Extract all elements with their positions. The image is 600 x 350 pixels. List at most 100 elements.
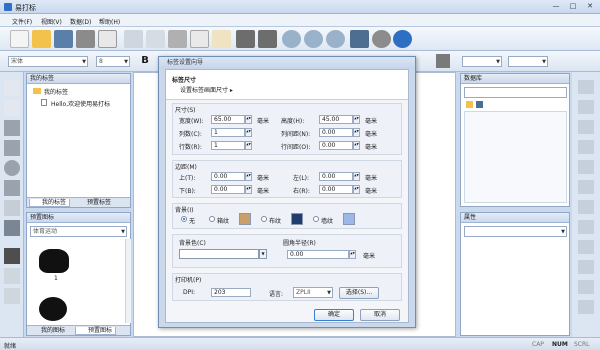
copy-icon[interactable] — [190, 30, 209, 48]
v-spacing-icon[interactable] — [578, 280, 594, 294]
bg-cloth-swatch[interactable] — [291, 213, 303, 225]
margin-bottom-input[interactable]: 0.00 ▲▼ — [211, 185, 252, 194]
pointer-icon[interactable] — [4, 80, 20, 96]
height-spinner[interactable]: ▲▼ — [353, 115, 360, 124]
paste-icon[interactable] — [212, 30, 231, 48]
h-spacing-icon[interactable] — [578, 260, 594, 274]
rounded-rect-tool-icon[interactable] — [4, 140, 20, 156]
language-select[interactable]: ZPLII ▼ — [293, 287, 333, 298]
tree-root-label[interactable]: 我的标签 — [44, 87, 68, 96]
tab-my-labels[interactable]: 我的标签 — [29, 199, 71, 207]
rows-input[interactable]: 1 ▲▼ — [211, 141, 252, 150]
bg-wall-radio[interactable] — [313, 216, 319, 222]
tab-preset-labels[interactable]: 预置标签 — [75, 199, 114, 207]
bg-wall-swatch[interactable] — [343, 213, 355, 225]
tab-my-icons[interactable]: 我的图标 — [29, 327, 68, 335]
grid-icon[interactable] — [146, 30, 165, 48]
bold-button[interactable]: B — [138, 54, 152, 68]
fill-color-icon[interactable] — [436, 54, 450, 68]
minimize-button[interactable]: — — [548, 2, 564, 11]
zoom-fit-icon[interactable] — [326, 30, 345, 48]
print-preview-icon[interactable] — [98, 30, 117, 48]
line-tool-icon[interactable] — [4, 100, 20, 116]
bg-cloth-radio[interactable] — [261, 216, 267, 222]
dpi-input[interactable]: 203 — [211, 288, 251, 297]
barcode-tool-icon[interactable] — [4, 248, 20, 264]
menu-data[interactable]: 数据(D) — [70, 17, 91, 26]
ruler-icon[interactable] — [124, 30, 143, 48]
bgcolor-picker[interactable] — [179, 249, 259, 259]
menu-file[interactable]: 文件(F) — [12, 17, 32, 26]
align-center-icon[interactable] — [578, 100, 594, 114]
line-style-select[interactable]: ▼ — [462, 56, 502, 67]
save-database-icon[interactable] — [476, 101, 483, 108]
undo-icon[interactable] — [236, 30, 255, 48]
open-database-icon[interactable] — [466, 101, 473, 108]
margin-bottom-spinner[interactable]: ▲▼ — [245, 185, 252, 194]
info-icon[interactable] — [393, 30, 412, 48]
cols-spinner[interactable]: ▲▼ — [245, 128, 252, 137]
zoom-out-icon[interactable] — [304, 30, 323, 48]
rows-spinner[interactable]: ▲▼ — [245, 141, 252, 150]
paint-brush-icon[interactable] — [350, 30, 369, 48]
rectangle-tool-icon[interactable] — [4, 120, 20, 136]
qrcode-tool-icon[interactable] — [4, 288, 20, 304]
margin-right-input[interactable]: 0.00 ▲▼ — [319, 185, 360, 194]
maximize-button[interactable]: □ — [565, 2, 581, 11]
zoom-in-icon[interactable] — [282, 30, 301, 48]
redo-icon[interactable] — [258, 30, 277, 48]
center-h-icon[interactable] — [578, 300, 594, 314]
colgap-input[interactable]: 0.00 ▲▼ — [319, 128, 360, 137]
settings-gear-icon[interactable] — [372, 30, 391, 48]
image-tool-icon[interactable] — [4, 268, 20, 284]
same-size-icon[interactable] — [578, 240, 594, 254]
same-height-icon[interactable] — [578, 220, 594, 234]
tab-preset-icons[interactable]: 预置图标 — [75, 327, 117, 335]
cancel-button[interactable]: 取消 — [360, 309, 400, 321]
margin-top-spinner[interactable]: ▲▼ — [245, 172, 252, 181]
align-right-icon[interactable] — [578, 120, 594, 134]
margin-right-spinner[interactable]: ▲▼ — [353, 185, 360, 194]
ellipse-tool-icon[interactable] — [4, 160, 20, 176]
diamond-tool-icon[interactable] — [4, 180, 20, 196]
menu-view[interactable]: 视图(V) — [41, 17, 62, 26]
rowgap-input[interactable]: 0.00 ▲▼ — [319, 141, 360, 150]
print-icon[interactable] — [76, 30, 95, 48]
table-tool-icon[interactable] — [4, 200, 20, 216]
choose-printer-button[interactable]: 选择(S)... — [339, 287, 379, 299]
menu-help[interactable]: 帮助(H) — [99, 17, 120, 26]
height-input[interactable]: 45.00 ▲▼ — [319, 115, 360, 124]
margin-left-spinner[interactable]: ▲▼ — [353, 172, 360, 181]
ok-button[interactable]: 确定 — [314, 309, 354, 321]
radius-input[interactable]: 0.00 ▲▼ — [287, 250, 356, 259]
icon-category-select[interactable]: 体育运动 ▼ — [30, 226, 127, 237]
icons-scrollbar[interactable] — [125, 239, 131, 323]
database-grid[interactable] — [464, 111, 567, 203]
basketball-icon[interactable] — [39, 297, 67, 321]
align-top-icon[interactable] — [578, 140, 594, 154]
rowgap-spinner[interactable]: ▲▼ — [353, 141, 360, 150]
colgap-spinner[interactable]: ▲▼ — [353, 128, 360, 137]
line-width-select[interactable]: ▼ — [508, 56, 548, 67]
text-tool-icon[interactable] — [4, 220, 20, 236]
tree-child-label[interactable]: Hello,欢迎使用易打标 — [51, 99, 110, 108]
cols-input[interactable]: 1 ▲▼ — [211, 128, 252, 137]
new-file-icon[interactable] — [10, 30, 29, 48]
save-icon[interactable] — [54, 30, 73, 48]
bg-box-swatch[interactable] — [239, 213, 251, 225]
bowling-icon[interactable] — [39, 249, 69, 273]
bg-none-radio[interactable] — [181, 216, 187, 222]
font-size-select[interactable]: 8 ▼ — [96, 56, 130, 67]
align-middle-icon[interactable] — [578, 160, 594, 174]
open-folder-icon[interactable] — [32, 30, 51, 48]
align-bottom-icon[interactable] — [578, 180, 594, 194]
close-button[interactable]: ✕ — [582, 2, 598, 11]
radius-spinner[interactable]: ▲▼ — [349, 250, 356, 259]
width-spinner[interactable]: ▲▼ — [245, 115, 252, 124]
object-select[interactable]: ▼ — [464, 226, 567, 237]
width-input[interactable]: 65.00 ▲▼ — [211, 115, 252, 124]
align-left-icon[interactable] — [578, 80, 594, 94]
cut-icon[interactable] — [168, 30, 187, 48]
same-width-icon[interactable] — [578, 200, 594, 214]
margin-top-input[interactable]: 0.00 ▲▼ — [211, 172, 252, 181]
